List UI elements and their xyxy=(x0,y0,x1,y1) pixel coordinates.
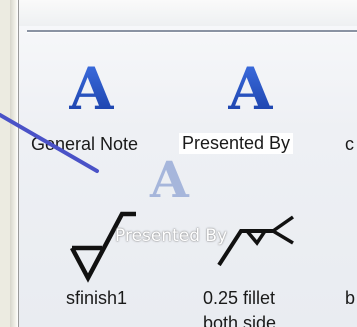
screenshot-stage: A General Note A Presented By c sfinish1 xyxy=(0,0,357,327)
pointer-line xyxy=(0,113,99,173)
